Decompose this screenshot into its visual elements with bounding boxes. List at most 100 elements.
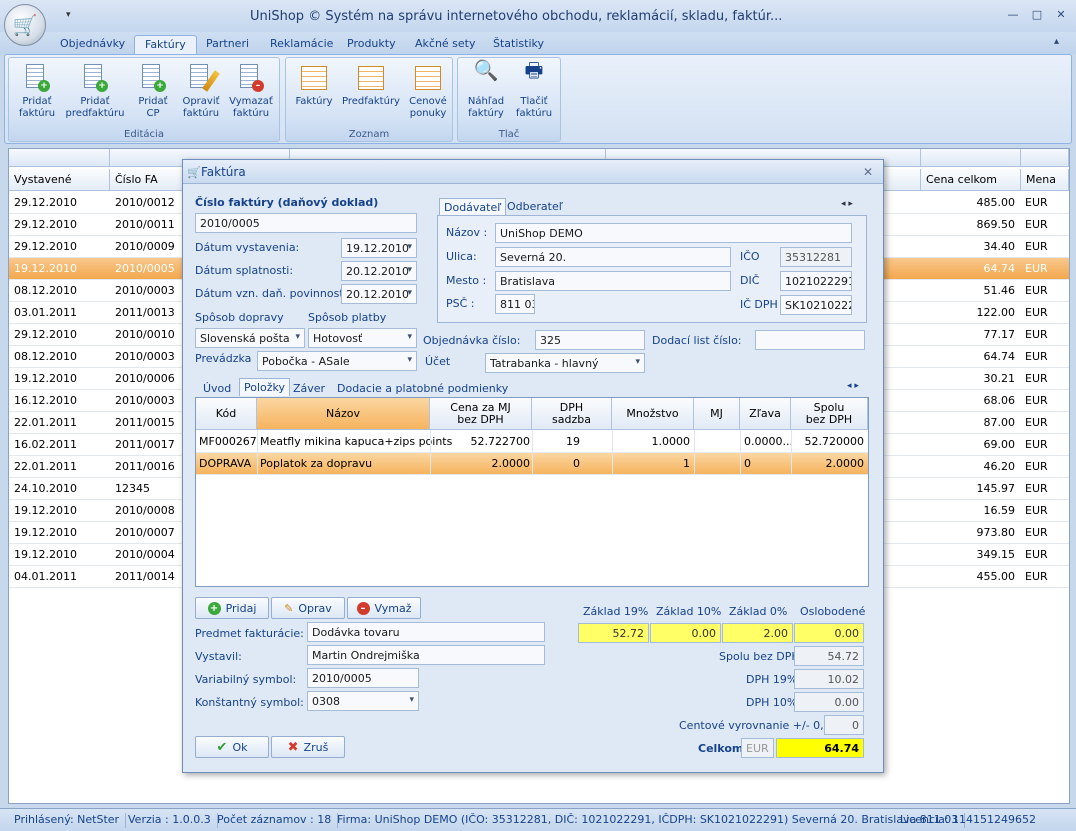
item-cell: Poplatok za dopravu: [260, 457, 373, 470]
invoice-number-field[interactable]: 2010/0005: [195, 213, 417, 233]
ribbon-group-editacia: + Pridať faktúru + Pridať predfaktúru + Pr…: [8, 57, 280, 142]
account-select[interactable]: Tatrabanka - hlavný: [485, 353, 645, 373]
delete-invoice-button[interactable]: – Vymazať faktúru: [225, 62, 277, 124]
maximize-button[interactable]: □: [1028, 8, 1046, 22]
table-cell: 16.02.2011: [14, 438, 77, 451]
column-header-total[interactable]: Cena celkom: [921, 169, 1021, 191]
grand-total-field[interactable]: 64.74: [776, 738, 864, 758]
tab-produkty[interactable]: Produkty: [337, 35, 406, 54]
print-preview-button[interactable]: 🔍 Náhľad faktúry: [460, 60, 512, 124]
add-item-button[interactable]: + Pridaj: [195, 597, 269, 619]
tab-faktury[interactable]: Faktúry: [134, 35, 197, 54]
list-icon: [415, 66, 441, 90]
tab-scroll-arrows-icon[interactable]: ◂ ▸: [841, 199, 853, 209]
dic-field[interactable]: 1021022291: [780, 271, 852, 291]
edit-invoice-button[interactable]: Opraviť faktúru: [175, 62, 227, 124]
invoices-list-button[interactable]: Faktúry: [288, 62, 340, 124]
filter-cell[interactable]: [921, 149, 1021, 167]
supplier-zip-field[interactable]: 811 03: [495, 294, 535, 314]
delivery-note-label: Dodací list číslo:: [652, 334, 742, 347]
add-invoice-button[interactable]: + Pridať faktúru: [11, 62, 63, 124]
filter-cell[interactable]: [9, 149, 110, 167]
table-cell: 29.12.2010: [14, 328, 77, 341]
quotes-list-button[interactable]: Cenové ponuky: [402, 62, 454, 124]
tab-supplier[interactable]: Dodávateľ: [439, 198, 507, 216]
column-header-currency[interactable]: Mena: [1021, 169, 1069, 191]
pencil-icon: ✎: [284, 601, 294, 615]
base10-field[interactable]: 0.00: [650, 623, 721, 643]
quick-access-dropdown-icon[interactable]: ▾: [66, 10, 71, 20]
vat19-field[interactable]: 10.02: [794, 669, 864, 689]
add-cp-button[interactable]: + Pridať CP: [127, 62, 179, 124]
group-label-tlac: Tlač: [498, 129, 520, 140]
tab-reklamacie[interactable]: Reklamácie: [260, 35, 343, 54]
subject-field[interactable]: Dodávka tovaru: [307, 622, 545, 642]
items-grid[interactable]: Kód Názov Cena za MJ bez DPH DPH sadzba …: [195, 397, 869, 587]
tab-uvod[interactable]: Úvod: [199, 380, 235, 397]
print-invoice-button[interactable]: 🖶 Tlačiť faktúru: [508, 60, 560, 124]
collapse-ribbon-icon[interactable]: ▴: [1054, 36, 1059, 47]
supplier-name-field[interactable]: UniShop DEMO: [495, 223, 852, 243]
vat10-field[interactable]: 0.00: [794, 692, 864, 712]
item-cell: 1: [683, 457, 690, 470]
items-header-total[interactable]: Spolu bez DPH: [791, 398, 868, 430]
items-header-name[interactable]: Názov: [257, 398, 430, 430]
tab-customer[interactable]: Odberateľ: [503, 198, 567, 215]
base0-field[interactable]: 2.00: [722, 623, 793, 643]
icdph-field[interactable]: SK10210222: [780, 295, 852, 315]
proforma-list-button[interactable]: Predfaktúry: [340, 62, 402, 124]
table-cell: 2010/0007: [115, 526, 175, 539]
issue-date-picker[interactable]: 19.12.2010: [341, 238, 417, 258]
add-proforma-button[interactable]: + Pridať predfaktúru: [65, 62, 125, 124]
app-menu-button[interactable]: 🛒: [4, 4, 46, 46]
delete-item-button[interactable]: – Vymaž: [347, 597, 421, 619]
exempt-field[interactable]: 0.00: [794, 623, 864, 643]
add-icon: +: [96, 80, 108, 92]
supplier-street-field[interactable]: Severná 20.: [495, 247, 731, 267]
tab-statistiky[interactable]: Štatistiky: [483, 35, 554, 54]
constant-symbol-select[interactable]: 0308: [307, 691, 419, 711]
issued-by-field[interactable]: Martin Ondrejmiška: [307, 645, 545, 665]
column-header-issued[interactable]: Vystavené: [9, 169, 110, 191]
ok-button[interactable]: ✔ Ok: [195, 736, 269, 758]
tab-akcne-sety[interactable]: Akčné sety: [405, 35, 486, 54]
items-header-unit-price[interactable]: Cena za MJ bez DPH: [430, 398, 532, 430]
close-window-button[interactable]: ✕: [1052, 8, 1070, 22]
items-header-unit[interactable]: MJ: [694, 398, 740, 430]
list-icon: [301, 66, 327, 90]
order-number-field[interactable]: 325: [535, 330, 645, 350]
items-header-discount[interactable]: Zľava: [740, 398, 791, 430]
items-header-code[interactable]: Kód: [196, 398, 257, 430]
table-cell: EUR: [1025, 438, 1048, 451]
cancel-button[interactable]: ✖ Zruš: [271, 736, 345, 758]
tab-polozky[interactable]: Položky: [239, 378, 291, 396]
filter-cell[interactable]: [1021, 149, 1069, 167]
tax-date-picker[interactable]: 20.12.2010: [341, 284, 417, 304]
invoice-number-label: Číslo faktúry (daňový doklad): [195, 196, 379, 209]
variable-symbol-field[interactable]: 2010/0005: [307, 668, 419, 688]
payment-method-select[interactable]: Hotovosť: [308, 328, 417, 348]
tab-zaver[interactable]: Záver: [289, 380, 329, 397]
items-header-quantity[interactable]: Množstvo: [612, 398, 694, 430]
column-divider: [694, 430, 695, 474]
base19-field[interactable]: 52.72: [578, 623, 649, 643]
supplier-city-field[interactable]: Bratislava: [495, 271, 731, 291]
table-cell: 2011/0014: [115, 570, 175, 583]
cross-icon: ✖: [287, 739, 299, 755]
delivery-note-field[interactable]: [755, 330, 865, 350]
items-header-vat-rate[interactable]: DPH sadzba: [532, 398, 612, 430]
due-date-picker[interactable]: 20.12.2010: [341, 261, 417, 281]
net-total-field[interactable]: 54.72: [794, 646, 864, 666]
tab-objednavky[interactable]: Objednávky: [50, 35, 135, 54]
delivery-method-select[interactable]: Slovenská pošta: [195, 328, 305, 348]
rounding-field[interactable]: 0: [824, 715, 864, 735]
edit-item-button[interactable]: ✎ Oprav: [271, 597, 345, 619]
close-dialog-button[interactable]: ✕: [863, 165, 873, 179]
minimize-button[interactable]: —: [1004, 8, 1022, 22]
tab-dodacie-podmienky[interactable]: Dodacie a platobné podmienky: [333, 380, 512, 397]
ico-field[interactable]: 35312281: [780, 247, 852, 267]
branch-select[interactable]: Pobočka - ASale: [257, 351, 417, 371]
tab-partneri[interactable]: Partneri: [196, 35, 259, 54]
subtab-scroll-arrows-icon[interactable]: ◂ ▸: [847, 381, 859, 391]
supplier-street-label: Ulica:: [446, 250, 477, 263]
